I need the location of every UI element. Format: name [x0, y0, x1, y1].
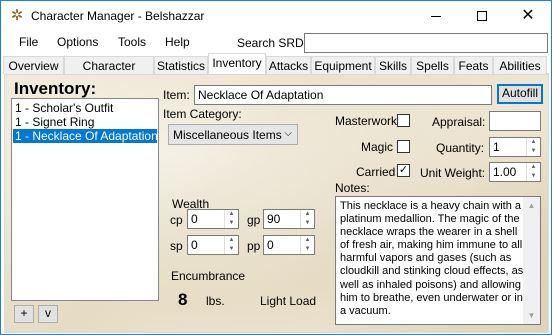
list-item[interactable]: 1 - Signet Ring: [13, 115, 157, 129]
spin-down-icon[interactable]: ▼: [527, 172, 540, 181]
unit-weight-label: Unit Weight:: [420, 166, 486, 180]
scroll-down-icon[interactable]: ▼: [523, 307, 540, 324]
notes-label: Notes:: [335, 181, 370, 195]
spin-down-icon[interactable]: ▼: [301, 245, 314, 254]
minimize-button[interactable]: [413, 1, 459, 31]
item-label: Item:: [163, 88, 190, 102]
spin-up-icon[interactable]: ▲: [527, 138, 540, 147]
tab-character-profile[interactable]: Character Profile: [64, 56, 154, 87]
carried-checkbox[interactable]: ✓: [397, 164, 410, 177]
tab-spells[interactable]: Spells: [411, 56, 454, 74]
spin-down-icon[interactable]: ▼: [527, 147, 540, 156]
cp-stepper[interactable]: 0 ▲ ▼: [187, 209, 239, 229]
tab-bar: Overview Character Profile Statistics In…: [3, 53, 549, 87]
tab-feats[interactable]: Feats: [454, 56, 493, 74]
unit-weight-stepper[interactable]: 1.00 ▲ ▼: [489, 162, 541, 182]
spin-up-icon[interactable]: ▲: [301, 236, 314, 245]
list-item-selected[interactable]: 1 - Necklace Of Adaptation: [13, 129, 158, 143]
close-icon: ✕: [521, 7, 535, 24]
notes-text: This necklace is a heavy chain with a pl…: [340, 200, 524, 317]
item-category-select[interactable]: Miscellaneous Items ⌵: [168, 124, 298, 145]
pp-stepper[interactable]: 0 ▲ ▼: [263, 235, 315, 255]
tab-attacks[interactable]: Attacks: [266, 56, 311, 74]
pp-value: 0: [267, 238, 274, 252]
spin-up-icon[interactable]: ▲: [225, 210, 238, 219]
scroll-up-icon[interactable]: ▲: [523, 197, 540, 214]
encumbrance-title: Encumbrance: [171, 269, 246, 283]
item-category-label: Item Category:: [163, 107, 242, 121]
spin-up-icon[interactable]: ▲: [225, 236, 238, 245]
magic-checkbox[interactable]: [397, 140, 410, 153]
sp-value: 0: [191, 238, 198, 252]
quantity-value: 1: [493, 140, 500, 154]
magic-label: Magic: [361, 140, 394, 154]
gp-stepper[interactable]: 90 ▲ ▼: [263, 209, 315, 229]
quantity-spin-buttons: ▲ ▼: [526, 138, 540, 156]
spin-up-icon[interactable]: ▲: [527, 163, 540, 172]
quantity-label: Quantity:: [436, 141, 485, 155]
cp-label: cp: [170, 213, 183, 227]
encumbrance-status: Light Load: [260, 294, 317, 308]
cp-value: 0: [191, 212, 198, 226]
spin-up-icon[interactable]: ▲: [301, 210, 314, 219]
title-bar[interactable]: ✲ Character Manager - Belshazzar ✕: [1, 1, 551, 31]
cp-spin-buttons: ▲ ▼: [224, 210, 238, 228]
menu-options[interactable]: Options: [57, 35, 98, 49]
move-down-button[interactable]: v: [38, 305, 58, 323]
close-button[interactable]: ✕: [505, 1, 551, 31]
unit-weight-spin-buttons: ▲ ▼: [526, 163, 540, 181]
sp-label: sp: [170, 239, 183, 253]
unit-weight-value: 1.00: [493, 165, 517, 179]
maximize-button[interactable]: [459, 1, 505, 31]
tab-skills[interactable]: Skills: [375, 56, 411, 74]
item-category-value: Miscellaneous Items: [173, 128, 282, 142]
main-window: ✲ Character Manager - Belshazzar ✕ File …: [0, 0, 552, 335]
chevron-down-icon: ⌵: [284, 128, 292, 139]
search-input[interactable]: [304, 33, 548, 53]
window-title: Character Manager - Belshazzar: [31, 9, 205, 23]
gp-label: gp: [247, 213, 261, 227]
spin-down-icon[interactable]: ▼: [301, 219, 314, 228]
notes-scrollbar[interactable]: ▲ ▼: [523, 197, 540, 324]
add-item-button[interactable]: +: [14, 305, 34, 323]
inventory-title: Inventory:: [14, 79, 97, 98]
list-item[interactable]: 1 - Scholar's Outfit: [13, 101, 157, 115]
checkmark-icon: ✓: [398, 164, 409, 176]
spin-down-icon[interactable]: ▼: [225, 245, 238, 254]
spin-down-icon[interactable]: ▼: [225, 219, 238, 228]
tab-abilities[interactable]: Abilities: [493, 56, 547, 74]
carried-label: Carried: [356, 165, 396, 179]
pp-label: pp: [247, 239, 261, 253]
masterwork-checkbox[interactable]: [397, 114, 410, 127]
sp-spin-buttons: ▲ ▼: [224, 236, 238, 254]
minimize-icon: [431, 15, 441, 17]
gp-spin-buttons: ▲ ▼: [300, 210, 314, 228]
menu-tools[interactable]: Tools: [118, 35, 146, 49]
pp-spin-buttons: ▲ ▼: [300, 236, 314, 254]
appraisal-input[interactable]: [489, 111, 541, 131]
gp-value: 90: [267, 212, 281, 226]
encumbrance-weight: 8: [178, 290, 188, 309]
tab-statistics[interactable]: Statistics: [154, 56, 208, 74]
menu-help[interactable]: Help: [165, 35, 190, 49]
tab-overview[interactable]: Overview: [3, 56, 64, 74]
encumbrance-unit: lbs.: [206, 294, 225, 308]
menu-file[interactable]: File: [19, 35, 38, 49]
quantity-stepper[interactable]: 1 ▲ ▼: [489, 137, 541, 157]
maximize-icon: [477, 11, 487, 21]
autofill-button[interactable]: Autofill: [497, 84, 543, 104]
tab-equipment[interactable]: Equipment: [311, 56, 375, 74]
sun-compass-icon: ✲: [10, 7, 24, 24]
search-label: Search SRD:: [237, 36, 308, 50]
inventory-list[interactable]: 1 - Scholar's Outfit 1 - Signet Ring 1 -…: [11, 98, 159, 301]
appraisal-label: Appraisal:: [432, 115, 486, 129]
tab-inventory[interactable]: Inventory: [208, 53, 266, 75]
masterwork-label: Masterwork: [335, 114, 398, 128]
sp-stepper[interactable]: 0 ▲ ▼: [187, 235, 239, 255]
notes-textarea[interactable]: This necklace is a heavy chain with a pl…: [335, 196, 541, 325]
item-name-input[interactable]: Necklace Of Adaptation: [194, 85, 492, 105]
